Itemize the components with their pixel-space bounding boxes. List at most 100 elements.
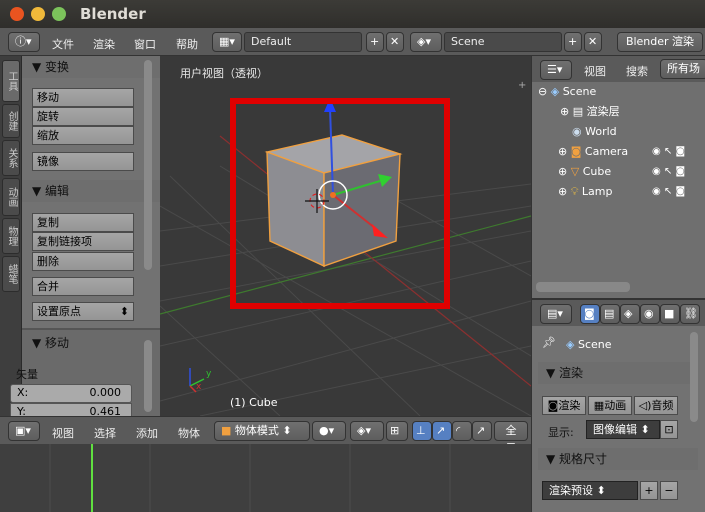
viewport-menu-add[interactable]: 添加 — [136, 425, 158, 441]
mirror-button[interactable]: 镜像 — [32, 152, 134, 171]
translate-button[interactable]: 移动 — [32, 88, 134, 107]
timeline-area[interactable] — [0, 444, 531, 512]
render-animation-button[interactable]: ▦动画 — [588, 396, 632, 415]
tab-physics[interactable]: 物理 — [2, 218, 20, 254]
pin-icon[interactable]: 📌︎ — [542, 336, 556, 349]
add-scene-button[interactable]: + — [564, 32, 582, 52]
3d-viewport[interactable]: 用户视图（透视） y x (1) Cube + — [160, 56, 531, 416]
pivot-point-dropdown[interactable]: ◈▾ — [350, 421, 384, 441]
set-origin-dropdown[interactable]: 设置原点 ⬍ — [32, 302, 134, 321]
lamp-icon: 💡︎ — [570, 185, 579, 198]
editor-type-3d-view-button[interactable]: ▣▾ — [8, 421, 40, 441]
rotate-manipulator-icon[interactable]: ◜ — [452, 421, 472, 441]
mode-dropdown[interactable]: ■ 物体模式 ⬍ — [214, 421, 310, 441]
rotate-button[interactable]: 旋转 — [32, 107, 134, 126]
tool-shelf-scrollbar[interactable] — [144, 60, 152, 270]
render-preset-dropdown[interactable]: 渲染预设 ⬍ — [542, 481, 638, 500]
join-button[interactable]: 合并 — [32, 277, 134, 296]
viewport-menu-object[interactable]: 物体 — [178, 425, 200, 441]
outliner-horizontal-scrollbar[interactable] — [536, 282, 630, 292]
delete-button[interactable]: 删除 — [32, 252, 134, 271]
outliner-row-scene[interactable]: ⊖ ◈ Scene — [532, 82, 705, 102]
tab-animation[interactable]: 动画 — [2, 178, 20, 216]
editor-type-outliner-button[interactable]: ☰▾ — [540, 60, 572, 80]
render-audio-button[interactable]: ◁)音频 — [634, 396, 678, 415]
editor-type-properties-button[interactable]: ▤▾ — [540, 304, 572, 324]
lock-interface-icon[interactable]: ⊡ — [660, 420, 678, 439]
mesh-icon: ▽ — [570, 165, 580, 178]
camera-visibility-icon[interactable]: ◉ ↖ ◙ — [652, 146, 685, 157]
operator-panel-header[interactable]: ▼ 移动 — [22, 332, 160, 354]
cube-visibility-icon[interactable]: ◉ ↖ ◙ — [652, 166, 685, 177]
operator-header-label: 移动 — [45, 336, 70, 350]
manipulator-toggle-icon[interactable]: ⊥ — [412, 421, 432, 441]
remove-scene-button[interactable]: ✕ — [584, 32, 602, 52]
world-context-icon[interactable]: ◉ — [640, 304, 660, 324]
screen-layout-icon[interactable]: ▦▾ — [212, 32, 242, 52]
scale-button[interactable]: 缩放 — [32, 126, 134, 145]
close-window-button[interactable] — [10, 7, 24, 21]
render-image-button[interactable]: ◙渲染 — [542, 396, 586, 415]
remove-layout-button[interactable]: ✕ — [386, 32, 404, 52]
edit-panel-header[interactable]: ▼ 编辑 — [22, 180, 160, 202]
outliner-menu-view[interactable]: 视图 — [584, 63, 606, 79]
viewport-menu-select[interactable]: 选择 — [94, 425, 116, 441]
outliner-row-world[interactable]: ◉ World — [532, 122, 705, 142]
transform-orientation-dropdown[interactable]: 全局 — [494, 421, 528, 455]
menu-help[interactable]: 帮助 — [176, 36, 198, 52]
properties-scrollbar[interactable] — [690, 332, 698, 422]
lamp-visibility-icon[interactable]: ◉ ↖ ◙ — [652, 186, 685, 197]
object-context-icon[interactable]: ■ — [660, 304, 680, 324]
duplicate-button[interactable]: 复制 — [32, 213, 134, 232]
translate-manipulator-icon[interactable]: ↗ — [432, 421, 452, 441]
dimensions-section-header[interactable]: ▼ 规格尺寸 — [538, 448, 698, 470]
editor-type-info-button[interactable]: ⓘ▾ — [8, 32, 40, 52]
viewport-properties-toggle-icon[interactable]: + — [518, 80, 526, 91]
constraints-context-icon[interactable]: ⛓ — [680, 304, 700, 324]
remove-preset-button[interactable]: − — [660, 481, 678, 500]
mode-label: 物体模式 — [234, 424, 279, 437]
scene-path-label: Scene — [577, 338, 612, 351]
tab-create[interactable]: 创建 — [2, 104, 20, 138]
scene-field[interactable]: Scene — [444, 32, 562, 52]
display-mode-dropdown[interactable]: 所有场 — [660, 59, 705, 79]
tab-tools[interactable]: 工具 — [2, 60, 20, 102]
outliner-menu-search[interactable]: 搜索 — [626, 63, 648, 79]
operator-scrollbar[interactable] — [144, 340, 152, 412]
screen-layout-field[interactable]: Default — [244, 32, 362, 52]
world-icon: ◉ — [572, 125, 582, 138]
camera-icon: ◙ — [570, 145, 582, 158]
add-preset-button[interactable]: + — [640, 481, 658, 500]
render-layers-context-icon[interactable]: ▤ — [600, 304, 620, 324]
maximize-window-button[interactable] — [52, 7, 66, 21]
minimize-window-button[interactable] — [31, 7, 45, 21]
display-label: 显示: — [548, 426, 574, 439]
render-button-label: 渲染 — [558, 399, 581, 412]
cube-object[interactable] — [264, 134, 403, 268]
viewport-menu-view[interactable]: 视图 — [52, 425, 74, 441]
outliner-row-render-layer[interactable]: ⊕ ▤ 渲染层 — [532, 102, 705, 122]
render-engine-dropdown[interactable]: Blender 渲染 — [617, 32, 703, 52]
scale-manipulator-icon[interactable]: ↗ — [472, 421, 492, 441]
edit-header-label: 编辑 — [45, 184, 70, 198]
render-context-icon[interactable]: ◙ — [580, 304, 600, 324]
layers-icon[interactable]: ⊞ — [386, 421, 408, 441]
viewport-canvas[interactable] — [160, 56, 531, 416]
x-value-field[interactable]: X: 0.000 — [10, 384, 132, 403]
timeline-canvas[interactable] — [0, 444, 531, 512]
duplicate-linked-button[interactable]: 复制链接项 — [32, 232, 134, 251]
render-section-header[interactable]: ▼ 渲染 — [538, 362, 698, 384]
scene-context-icon[interactable]: ◈ — [620, 304, 640, 324]
menu-render[interactable]: 渲染 — [93, 36, 115, 52]
tab-grease-pencil[interactable]: 蜡笔 — [2, 256, 20, 292]
transform-panel-header[interactable]: ▼ 变换 — [22, 56, 160, 78]
menu-window[interactable]: 窗口 — [134, 36, 156, 52]
scene-icon[interactable]: ◈▾ — [410, 32, 442, 52]
tab-relations[interactable]: 关系 — [2, 140, 20, 176]
menu-file[interactable]: 文件 — [52, 36, 74, 52]
outliner-header: ☰▾ 视图 搜索 所有场 — [531, 56, 705, 82]
set-origin-label: 设置原点 — [37, 305, 81, 318]
viewport-shading-dropdown[interactable]: ●▾ — [312, 421, 346, 441]
display-dropdown[interactable]: 图像编辑 ⬍ — [586, 420, 660, 439]
add-layout-button[interactable]: + — [366, 32, 384, 52]
